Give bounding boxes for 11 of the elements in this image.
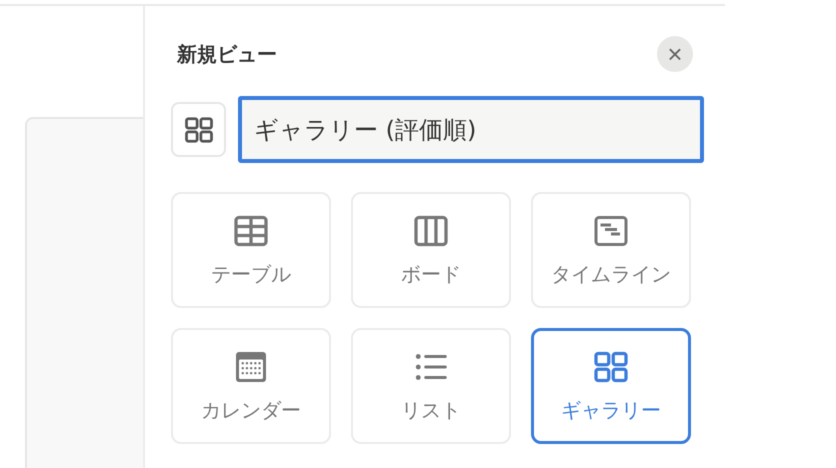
close-button[interactable]: × (657, 36, 693, 72)
view-type-tile[interactable]: カレンダー (171, 328, 331, 444)
view-type-tile[interactable]: ボード (351, 192, 511, 308)
gallery-icon (184, 114, 214, 144)
view-name-field[interactable]: ギャラリー (評価順) (238, 96, 704, 163)
view-icon-button[interactable] (171, 102, 226, 157)
view-type-tile[interactable]: ギャラリー (531, 328, 691, 444)
view-type-tile[interactable]: リスト (351, 328, 511, 444)
view-type-tile[interactable]: テーブル (171, 192, 331, 308)
view-type-tile[interactable]: タイムライン (531, 192, 691, 308)
panel-title: 新規ビュー (177, 40, 277, 68)
